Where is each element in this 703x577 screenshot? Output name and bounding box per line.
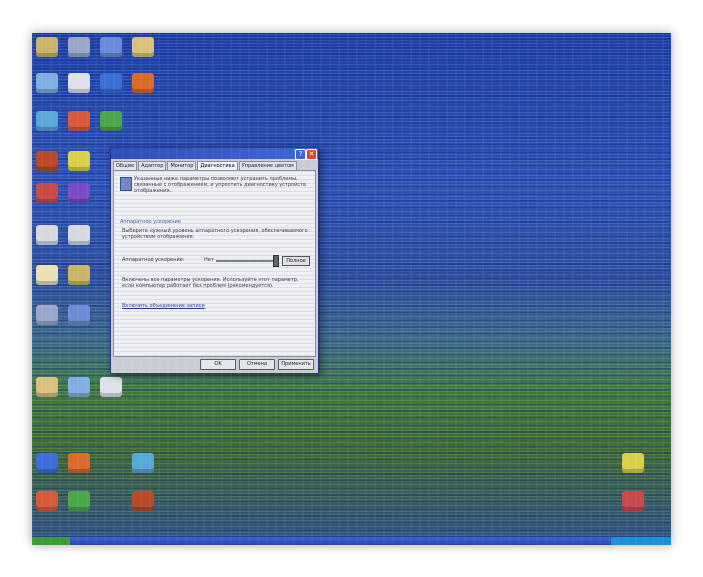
tab-troubleshoot[interactable]: Диагностика — [197, 161, 238, 170]
group-text: Выберите нужный уровень аппаратного уско… — [122, 228, 308, 240]
desktop-icon[interactable] — [602, 491, 664, 512]
desktop-icon[interactable] — [48, 265, 110, 286]
apply-button[interactable]: Применить — [278, 359, 314, 370]
desktop-icon-glyph — [68, 183, 90, 203]
desktop-icon[interactable] — [48, 225, 110, 246]
desktop-icon[interactable] — [48, 305, 110, 326]
monitor-icon — [120, 177, 132, 191]
desktop-icon[interactable] — [48, 183, 110, 204]
tab-strip: Общие Адаптер Монитор Диагностика Управл… — [111, 159, 318, 170]
desktop-icon[interactable] — [112, 73, 174, 94]
desktop-icon-glyph — [132, 453, 154, 473]
desktop-icon[interactable] — [80, 111, 142, 132]
desktop-icon-glyph — [68, 225, 90, 245]
tab-color-management[interactable]: Управление цветом — [238, 161, 297, 170]
desktop-icon[interactable] — [80, 377, 142, 398]
desktop-icon-glyph — [68, 491, 90, 511]
desktop-icon-glyph — [100, 377, 122, 397]
display-properties-dialog: ? ✕ Общие Адаптер Монитор Диагностика Уп… — [110, 147, 319, 374]
desktop-icon[interactable] — [112, 491, 174, 512]
desktop-icon-glyph — [622, 491, 644, 511]
desktop-icon-glyph — [100, 111, 122, 131]
start-button[interactable] — [32, 537, 70, 545]
tab-general[interactable]: Общие — [113, 161, 138, 170]
desktop-icon[interactable] — [112, 453, 174, 474]
cancel-button[interactable]: Отмена — [239, 359, 275, 370]
acceleration-description: Включены все параметры ускорения. Исполь… — [122, 277, 299, 289]
slider-label: Аппаратное ускорение: — [122, 257, 185, 263]
desktop-icon-glyph — [68, 453, 90, 473]
intro-text: Указанные ниже параметры позволяют устра… — [134, 176, 306, 194]
desktop-icon[interactable] — [602, 453, 664, 474]
acceleration-slider-track[interactable] — [216, 260, 276, 262]
desktop-icon-glyph — [132, 37, 154, 57]
tab-monitor[interactable]: Монитор — [167, 161, 197, 170]
system-tray[interactable] — [611, 537, 671, 545]
desktop-icon-glyph — [132, 491, 154, 511]
desktop-icon-glyph — [132, 73, 154, 93]
desktop-icon-glyph — [622, 453, 644, 473]
help-button[interactable]: ? — [295, 149, 306, 160]
close-button[interactable]: ✕ — [306, 149, 317, 160]
desktop-icon[interactable] — [112, 37, 174, 58]
tab-adapter[interactable]: Адаптер — [138, 161, 167, 170]
ok-button[interactable]: OK — [200, 359, 236, 370]
taskbar — [32, 537, 671, 545]
window-titlebar[interactable]: ? ✕ — [111, 148, 318, 160]
acceleration-slider-thumb[interactable] — [273, 255, 279, 267]
desktop-icon[interactable] — [48, 453, 110, 474]
group-title: Аппаратное ускорение — [120, 219, 181, 225]
tab-panel: Указанные ниже параметры позволяют устра… — [113, 170, 316, 357]
desktop-icon[interactable] — [48, 151, 110, 172]
desktop-icon-glyph — [68, 305, 90, 325]
desktop-icon-glyph — [68, 151, 90, 171]
slider-max-label: Полное — [282, 256, 310, 266]
desktop-icon-glyph — [68, 265, 90, 285]
dialog-buttons: OK Отмена Применить — [200, 359, 314, 370]
desktop-screen: ? ✕ Общие Адаптер Монитор Диагностика Уп… — [32, 33, 671, 545]
write-combining-option[interactable]: Включить объединение записи — [122, 303, 205, 309]
desktop-icon[interactable] — [48, 491, 110, 512]
slider-min-label: Нет — [204, 257, 214, 263]
